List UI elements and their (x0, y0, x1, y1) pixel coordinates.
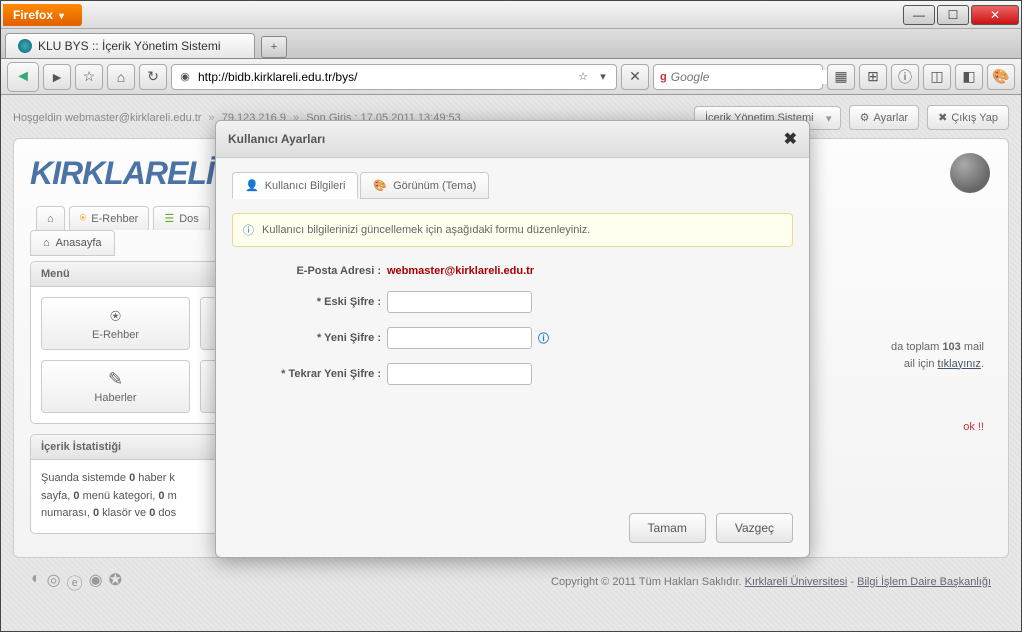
footer: ◐ ◎ ⓔ ◉ ✪ Copyright © 2011 Tüm Hakları S… (13, 558, 1009, 606)
dialog-footer: Tamam Vazgeç (216, 503, 809, 557)
bookmark-button[interactable]: ☆ (75, 64, 103, 90)
gear-icon: ⚙ (860, 111, 870, 124)
info-icon: ⓘ (243, 222, 254, 238)
nav-dosyalar-tab[interactable]: ☰Dos (153, 206, 209, 230)
maximize-button[interactable]: ☐ (937, 5, 969, 25)
stop-button[interactable]: ✕ (621, 64, 649, 90)
forward-button[interactable]: ► (43, 64, 71, 90)
footer-icons: ◐ ◎ ⓔ ◉ ✪ (31, 570, 122, 594)
confirm-password-input[interactable] (387, 363, 532, 385)
search-bar[interactable]: g 🔍 (653, 64, 823, 90)
opera-icon: ◉ (89, 570, 103, 594)
tab-theme[interactable]: 🎨Görünüm (Tema) (360, 172, 489, 199)
confirm-password-label: * Tekrar Yeni Şifre : (232, 368, 387, 380)
warning-text: ok !! (963, 421, 984, 433)
new-tab-button[interactable]: + (261, 36, 287, 58)
anasayfa-tab[interactable]: ⌂Anasayfa (30, 230, 115, 256)
footer-link-university[interactable]: Kırklareli Üniversitesi (745, 576, 848, 588)
home-icon: ⌂ (43, 237, 50, 249)
addon-button-5[interactable]: ◧ (955, 64, 983, 90)
addon-button-3[interactable]: ⓘ (891, 64, 919, 90)
chrome-icon: ◎ (47, 570, 61, 594)
user-settings-dialog: Kullanıcı Ayarları ✖ 👤Kullanıcı Bilgiler… (215, 120, 810, 558)
star-icon[interactable]: ☆ (576, 70, 590, 83)
mail-notification: da toplam 103 mail ail için tıklayınız. (891, 339, 984, 372)
tab-bar: KLU BYS :: İçerik Yönetim Sistemi + (1, 29, 1021, 59)
addon-button-6[interactable]: 🎨 (987, 64, 1015, 90)
nav-toolbar: ◄ ► ☆ ⌂ ↻ ◉ ☆ ▾ ✕ g 🔍 ▦ ⊞ ⓘ ◫ ◧ 🎨 (1, 59, 1021, 95)
dropdown-icon[interactable]: ▾ (596, 70, 610, 83)
mail-link[interactable]: tıklayınız (938, 358, 981, 370)
palette-icon: 🎨 (373, 179, 387, 192)
old-password-input[interactable] (387, 291, 532, 313)
menu-erehber[interactable]: ⍟E-Rehber (41, 297, 190, 350)
safari-icon: ✪ (109, 570, 122, 594)
welcome-label: Hoşgeldin (13, 112, 62, 124)
copyright-text: Copyright © 2011 Tüm Hakları Saklıdır. (551, 576, 742, 588)
exit-icon: ✖ (938, 111, 947, 124)
settings-button[interactable]: ⚙Ayarlar (849, 105, 920, 130)
nav-erehber-tab[interactable]: ⍟E-Rehber (69, 206, 150, 230)
tab-user-info[interactable]: 👤Kullanıcı Bilgileri (232, 172, 358, 199)
old-password-label: * Eski Şifre : (232, 296, 387, 308)
dialog-close-button[interactable]: ✖ (784, 129, 797, 149)
favicon-icon (18, 39, 32, 53)
home-icon: ⌂ (47, 213, 54, 225)
contact-icon: ⍟ (50, 306, 181, 327)
close-button[interactable]: ✕ (971, 5, 1019, 25)
new-password-input[interactable] (387, 327, 532, 349)
user-email: webmaster@kirklareli.edu.tr (65, 112, 202, 124)
contact-icon: ⍟ (80, 212, 87, 225)
addon-button-1[interactable]: ▦ (827, 64, 855, 90)
files-icon: ☰ (164, 212, 174, 225)
search-input[interactable] (671, 70, 828, 84)
globe-icon (950, 153, 990, 193)
titlebar: Firefox — ☐ ✕ (1, 1, 1021, 29)
reload-button[interactable]: ↻ (139, 64, 167, 90)
addon-button-2[interactable]: ⊞ (859, 64, 887, 90)
google-icon: g (660, 71, 667, 83)
addon-button-4[interactable]: ◫ (923, 64, 951, 90)
footer-link-dept[interactable]: Bilgi İşlem Daire Başkanlığı (857, 576, 991, 588)
logout-button[interactable]: ✖Çıkış Yap (927, 105, 1009, 130)
tab-title: KLU BYS :: İçerik Yönetim Sistemi (38, 39, 221, 53)
menu-haberler[interactable]: ✎Haberler (41, 360, 190, 413)
url-bar[interactable]: ◉ ☆ ▾ (171, 64, 617, 90)
email-label: E-Posta Adresi : (232, 265, 387, 277)
ok-button[interactable]: Tamam (629, 513, 706, 543)
home-button[interactable]: ⌂ (107, 64, 135, 90)
browser-tab[interactable]: KLU BYS :: İçerik Yönetim Sistemi (5, 33, 255, 58)
email-value: webmaster@kirklareli.edu.tr (387, 265, 534, 277)
dialog-header: Kullanıcı Ayarları ✖ (216, 121, 809, 158)
dialog-tabs: 👤Kullanıcı Bilgileri 🎨Görünüm (Tema) (232, 172, 793, 199)
info-icon[interactable]: ⓘ (538, 330, 549, 346)
window-controls: — ☐ ✕ (903, 5, 1021, 25)
news-icon: ✎ (50, 369, 181, 390)
firefox-menu-button[interactable]: Firefox (3, 4, 82, 26)
back-button[interactable]: ◄ (7, 62, 39, 92)
info-message: ⓘ Kullanıcı bilgilerinizi güncellemek iç… (232, 213, 793, 247)
ie-icon: ⓔ (67, 570, 83, 594)
ff-icon: ◐ (31, 570, 41, 594)
new-password-label: * Yeni Şifre : (232, 332, 387, 344)
nav-home-icon-tab[interactable]: ⌂ (36, 206, 65, 230)
user-icon: 👤 (245, 179, 259, 192)
url-input[interactable] (198, 70, 570, 84)
cancel-button[interactable]: Vazgeç (716, 513, 793, 543)
globe-icon: ◉ (178, 70, 192, 83)
dialog-title: Kullanıcı Ayarları (228, 132, 325, 146)
minimize-button[interactable]: — (903, 5, 935, 25)
